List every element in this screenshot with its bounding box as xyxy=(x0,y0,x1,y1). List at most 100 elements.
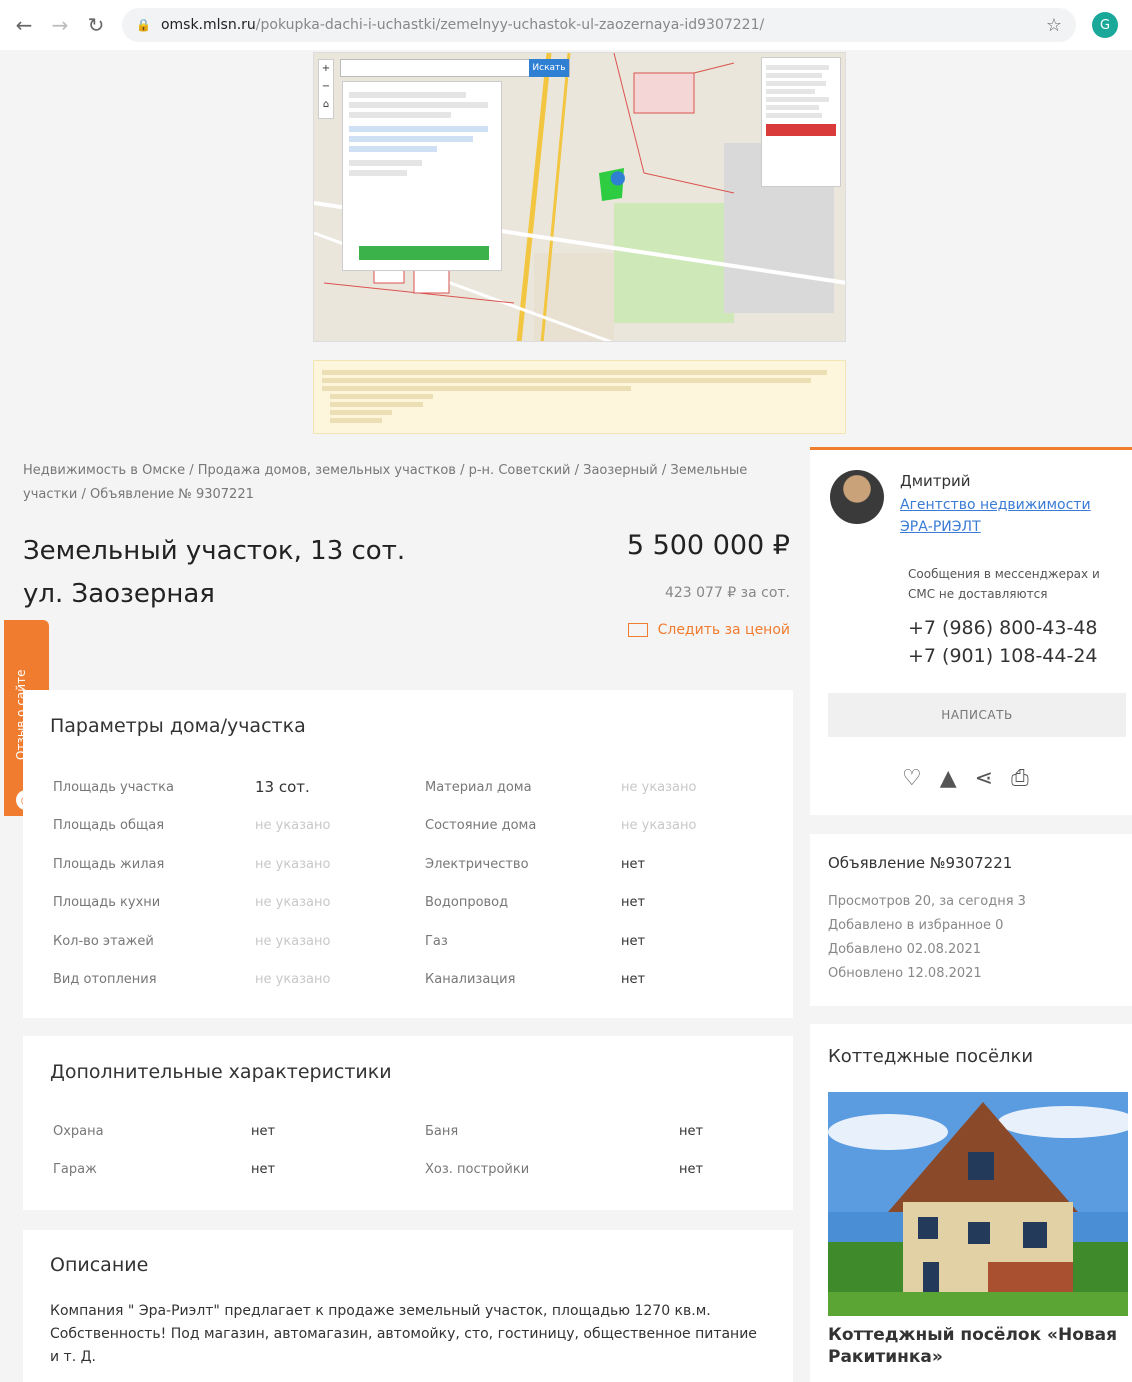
description-title: Описание xyxy=(50,1254,149,1276)
param-label: Площадь кухни xyxy=(53,895,161,911)
agent-card: Дмитрий Агентство недвижимости ЭРА-РИЭЛТ… xyxy=(810,447,1132,815)
ad-info-card: Объявление №9307221 Просмотров 20, за се… xyxy=(810,834,1132,1006)
extra-value: нет xyxy=(679,1123,704,1139)
listing-title: Земельный участок, 13 сот. ул. Заозерная xyxy=(23,530,405,616)
listing-title-line2: ул. Заозерная xyxy=(23,579,215,609)
param-value: не указано xyxy=(255,895,331,911)
extra-value: нет xyxy=(251,1161,276,1177)
follow-price-link[interactable]: Следить за ценой xyxy=(627,622,790,638)
extra-title: Дополнительные характеристики xyxy=(50,1061,392,1083)
param-label: Площадь участка xyxy=(53,779,174,795)
forward-arrow-icon[interactable]: → xyxy=(50,13,70,37)
cottage-image[interactable] xyxy=(828,1092,1128,1316)
url-host: omsk.mlsn.ru xyxy=(160,17,256,33)
param-value: не указано xyxy=(255,972,331,988)
param-label: Состояние дома xyxy=(425,818,537,834)
address-bar[interactable]: 🔒 omsk.mlsn.ru/pokupka-dachi-i-uchastki/… xyxy=(122,8,1076,42)
cottage-house-image xyxy=(828,1092,1128,1316)
param-label: Материал дома xyxy=(425,779,532,795)
warning-icon[interactable]: ▲ xyxy=(940,766,957,791)
extra-label: Баня xyxy=(425,1123,459,1139)
listing-actions: ♡ ▲ ⋖ ⎙ xyxy=(902,766,1029,791)
agent-name: Дмитрий xyxy=(900,472,971,490)
share-icon[interactable]: ⋖ xyxy=(975,766,993,791)
agency-link[interactable]: Агентство недвижимости ЭРА-РИЭЛТ xyxy=(900,494,1125,538)
bookmark-star-icon[interactable]: ☆ xyxy=(1046,15,1062,36)
params-row: Вид отопления не указано Канализация нет xyxy=(53,961,773,1000)
param-label: Электричество xyxy=(425,856,529,872)
ad-favorites: Добавлено в избранное 0 xyxy=(828,918,1004,933)
url-path: /pokupka-dachi-i-uchastki/zemelnyy-uchas… xyxy=(255,17,765,33)
param-value: нет xyxy=(621,933,646,949)
param-value: не указано xyxy=(255,856,331,872)
phone-2[interactable]: +7 (901) 108-44-24 xyxy=(908,645,1098,667)
param-value: не указано xyxy=(255,818,331,834)
agent-avatar xyxy=(830,470,884,524)
extra-value: нет xyxy=(251,1123,276,1139)
profile-avatar[interactable]: G xyxy=(1092,12,1118,38)
params-row: Площадь жилая не указано Электричество нет xyxy=(53,845,773,884)
heart-icon[interactable]: ♡ xyxy=(902,766,922,791)
listing-title-line1: Земельный участок, 13 сот. xyxy=(23,536,406,566)
param-label: Канализация xyxy=(425,972,516,988)
reload-icon[interactable]: ↻ xyxy=(86,13,106,37)
param-value: нет xyxy=(621,856,646,872)
price-per-unit: 423 077 ₽ за сот. xyxy=(664,585,790,601)
params-card: Параметры дома/участка Площадь участка 13… xyxy=(23,690,793,1018)
map-notice xyxy=(313,360,846,434)
map-layers-button[interactable] xyxy=(766,124,836,136)
phone-1[interactable]: +7 (986) 800-43-48 xyxy=(908,617,1098,639)
messenger-note: Сообщения в мессенджерах и СМС не достав… xyxy=(908,567,1100,601)
follow-price-label: Следить за ценой xyxy=(657,622,790,638)
param-value: не указано xyxy=(621,818,697,834)
param-label: Кол-во этажей xyxy=(53,933,154,949)
ad-number: Объявление №9307221 xyxy=(828,854,1013,872)
param-label: Водопровод xyxy=(425,895,509,911)
print-icon[interactable]: ⎙ xyxy=(1011,766,1029,791)
ad-views: Просмотров 20, за сегодня 3 xyxy=(828,894,1026,909)
description-text: Компания " Эра-Риэлт" предлагает к прода… xyxy=(50,1303,757,1365)
param-label: Газ xyxy=(425,933,448,949)
map-zoom-control[interactable]: + − ⌂ xyxy=(318,59,334,119)
extra-row: Охрана нет Баня нет xyxy=(53,1112,773,1150)
map-search-button[interactable]: Искать xyxy=(529,59,569,77)
ad-added: Добавлено 02.08.2021 xyxy=(828,942,982,957)
listing-price: 5 500 000 ₽ xyxy=(626,530,790,561)
cottages-card: Коттеджные посёлки Коттеджный посёлок «Н… xyxy=(810,1024,1132,1382)
extra-label: Охрана xyxy=(53,1123,104,1139)
map-popup-button[interactable] xyxy=(359,246,489,260)
params-row: Кол-во этажей не указано Газ нет xyxy=(53,922,773,961)
params-row: Площадь общая не указано Состояние дома не … xyxy=(53,807,773,846)
breadcrumb[interactable]: Недвижимость в Омске / Продажа домов, зе… xyxy=(23,459,783,507)
param-value: нет xyxy=(621,895,646,911)
map-layers-panel[interactable] xyxy=(761,57,841,187)
params-title: Параметры дома/участка xyxy=(50,715,306,737)
param-value: не указано xyxy=(621,779,697,795)
cottage-caption[interactable]: Коттеджный посёлок «Новая Ракитинка» xyxy=(828,1324,1128,1368)
back-arrow-icon[interactable]: ← xyxy=(14,13,34,37)
param-value: не указано xyxy=(255,933,331,949)
cadastral-map[interactable]: + − ⌂ Искать ⬤ xyxy=(313,52,846,342)
extra-table: Охрана нет Баня нет Гараж нет Хоз. постройки не… xyxy=(53,1112,773,1188)
extra-value: нет xyxy=(679,1161,704,1177)
params-row: Площадь кухни не указано Водопровод нет xyxy=(53,884,773,923)
param-label: Вид отопления xyxy=(53,972,157,988)
map-pin-icon: ⬤ xyxy=(610,170,626,186)
envelope-icon xyxy=(627,623,648,637)
write-button[interactable]: НАПИСАТЬ xyxy=(828,693,1126,737)
description-card: Описание Компания " Эра-Риэлт" предлагае… xyxy=(23,1230,793,1382)
extra-label: Хоз. постройки xyxy=(425,1161,530,1177)
extra-label: Гараж xyxy=(53,1161,97,1177)
lock-icon: 🔒 xyxy=(136,18,151,32)
ad-updated: Обновлено 12.08.2021 xyxy=(828,966,982,981)
extra-card: Дополнительные характеристики Охрана нет Б… xyxy=(23,1036,793,1210)
browser-toolbar: ← → ↻ 🔒 omsk.mlsn.ru/pokupka-dachi-i-uch… xyxy=(0,0,1132,50)
map-info-popup xyxy=(342,81,502,271)
param-value: 13 сот. xyxy=(255,778,310,797)
param-label: Площадь общая xyxy=(53,818,165,834)
params-table: Площадь участка 13 сот. Материал дома не ук… xyxy=(53,768,773,999)
cottages-title: Коттеджные посёлки xyxy=(828,1046,1034,1067)
param-value: нет xyxy=(621,972,646,988)
params-row: Площадь участка 13 сот. Материал дома не ук… xyxy=(53,768,773,807)
extra-row: Гараж нет Хоз. постройки нет xyxy=(53,1150,773,1188)
